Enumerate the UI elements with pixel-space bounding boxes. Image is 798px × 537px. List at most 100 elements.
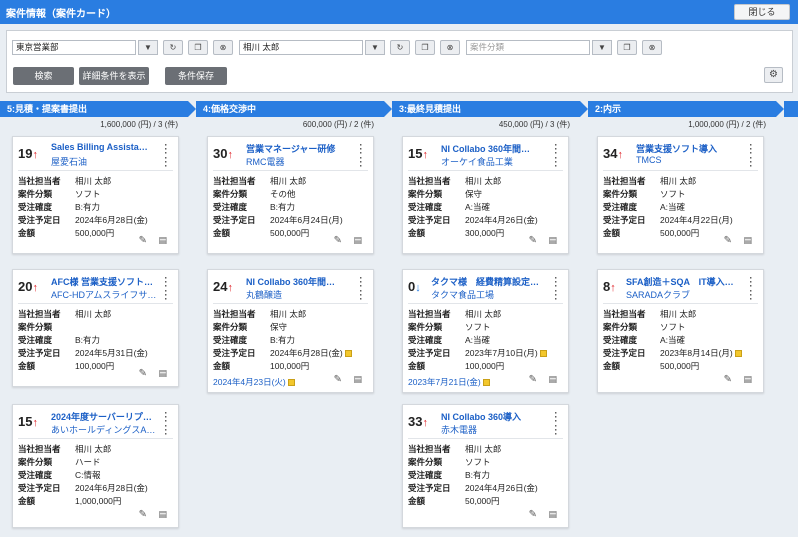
report-icon[interactable]: ▤ [548,509,557,520]
deal-card[interactable]: 34↑ 営業支援ソフト導入 TMCS · · · · · · 当社担当者 相川 太郎 案件分… [597,136,764,254]
category-select[interactable]: 案件分類 [466,40,590,55]
activity-date[interactable]: 2024年4月23日(火) [213,376,295,388]
deal-card[interactable]: 30↑ 営業マネージャー研修 RMC電器 · · · · · · 当社担当者 相川 太郎案… [207,136,374,254]
category-dropdown-icon[interactable]: ▼ [592,40,612,55]
detail-conditions-button[interactable]: 詳細条件を表示 [79,67,149,85]
edit-pencil-icon[interactable]: ✎ [529,509,537,520]
deal-card[interactable]: 8↑ SFA創造＋SQA IT導入… SARADAクラブ · · · · · · 当社担… [597,269,764,393]
close-button[interactable]: 閉じる [734,4,790,20]
company-name-link[interactable]: RMC電器 [246,155,356,168]
deal-name-link[interactable]: NI Collabo 360年間… [441,142,551,155]
company-name-link[interactable]: 屋愛石油 [51,155,161,168]
gear-icon[interactable]: ⚙ [764,67,783,83]
field-owner: 当社担当者 相川 太郎 [213,175,363,187]
company-menu-icon[interactable]: · · · [164,154,168,171]
company-name-link[interactable]: 丸鶴醸造 [246,288,356,301]
field-label-due: 受注予定日 [603,215,646,225]
edit-pencil-icon[interactable]: ✎ [139,509,147,520]
field-value-owner: 相川 太郎 [660,176,697,186]
deal-name-link[interactable]: 2024年度サーバーリプ… [51,410,161,423]
company-name-link[interactable]: オーケイ食品工業 [441,155,551,168]
edit-pencil-icon[interactable]: ✎ [334,235,342,246]
card-divider [18,438,173,439]
report-icon[interactable]: ▤ [548,235,557,246]
deal-name-link[interactable]: Sales Billing Assista… [51,142,161,152]
save-conditions-button[interactable]: 条件保存 [165,67,227,85]
deal-name-link[interactable]: SFA創造＋SQA IT導入… [626,275,736,288]
company-menu-icon[interactable]: · · · [554,154,558,171]
deal-card[interactable]: 20↑ AFC様 営業支援ソフト… AFC-HDアムスライフサ… · · · · · ·… [12,269,179,387]
card-footer: ✎ ▤ [208,233,373,253]
company-name-link[interactable]: SARADAクラブ [626,288,736,301]
company-menu-icon[interactable]: · · · [164,422,168,439]
memo-note-icon[interactable] [482,379,490,386]
edit-pencil-icon[interactable]: ✎ [139,368,147,379]
person-select[interactable]: 相川 太郎 [239,40,363,55]
memo-note-icon[interactable] [344,350,352,357]
department-clear-icon[interactable]: ⊗ [213,40,233,55]
company-name-link[interactable]: 赤木電器 [441,423,551,436]
company-menu-icon[interactable]: · · · [164,287,168,304]
deal-card[interactable]: 24↑ NI Collabo 360年間… 丸鶴醸造 · · · · · · 当社担当者… [207,269,374,393]
deal-name-link[interactable]: 営業マネージャー研修 [246,142,356,155]
report-icon[interactable]: ▤ [158,509,167,520]
company-name-link[interactable]: あいホールディングスA… [51,423,161,436]
department-reset-icon[interactable]: ↻ [163,40,183,55]
field-label-amount: 金額 [408,496,426,506]
edit-pencil-icon[interactable]: ✎ [529,235,537,246]
person-copy-icon[interactable]: ❐ [415,40,435,55]
memo-note-icon[interactable] [734,350,742,357]
report-icon[interactable]: ▤ [548,374,557,385]
memo-note-icon[interactable] [539,350,547,357]
edit-pencil-icon[interactable]: ✎ [334,374,342,385]
deal-card[interactable]: 15↑ 2024年度サーバーリプ… あいホールディングスA… · · · · · · 当… [12,404,179,528]
deal-card[interactable]: 0↓ タクマ様 経費精算設定… タクマ食品工場 · · · · · · 当社担当者 相川 … [402,269,569,393]
deal-name-link[interactable]: 営業支援ソフト導入 [636,142,746,155]
edit-pencil-icon[interactable]: ✎ [529,374,537,385]
deal-name-link[interactable]: タクマ様 経費精算設定… [431,275,541,288]
report-icon[interactable]: ▤ [353,235,362,246]
field-value-owner: 相川 太郎 [465,176,502,186]
company-menu-icon[interactable]: · · · [359,287,363,304]
deal-name-link[interactable]: NI Collabo 360年間… [246,275,356,288]
report-icon[interactable]: ▤ [158,368,167,379]
report-icon[interactable]: ▤ [353,374,362,385]
company-name-link[interactable]: AFC-HDアムスライフサ… [51,288,161,301]
edit-pencil-icon[interactable]: ✎ [724,235,732,246]
field-label-owner: 当社担当者 [18,176,61,186]
field-certainty: 受注確度 C:情報 [18,469,168,481]
department-dropdown-icon[interactable]: ▼ [138,40,158,55]
category-copy-icon[interactable]: ❐ [617,40,637,55]
company-name-link[interactable]: タクマ食品工場 [431,288,541,301]
deal-card[interactable]: 19↑ Sales Billing Assista… 屋愛石油 · · · · · · … [12,136,179,254]
deal-name-link[interactable]: AFC様 営業支援ソフト… [51,275,161,288]
report-icon[interactable]: ▤ [743,235,752,246]
report-icon[interactable]: ▤ [743,374,752,385]
edit-pencil-icon[interactable]: ✎ [724,374,732,385]
deal-name-link[interactable]: NI Collabo 360導入 [441,410,551,423]
edit-pencil-icon[interactable]: ✎ [139,235,147,246]
department-copy-icon[interactable]: ❐ [188,40,208,55]
field-label-amount: 金額 [408,361,426,371]
field-label-category: 案件分類 [213,322,248,332]
person-clear-icon[interactable]: ⊗ [440,40,460,55]
company-menu-icon[interactable]: · · · [554,287,558,304]
person-reset-icon[interactable]: ↻ [390,40,410,55]
category-clear-icon[interactable]: ⊗ [642,40,662,55]
deal-card[interactable]: 33↑ NI Collabo 360導入 赤木電器 · · · · · · 当社担当者相… [402,404,569,528]
field-value-due: 2024年6月24日(月) [270,215,343,225]
probability-number: 15 [18,414,33,429]
memo-note-icon[interactable] [287,379,295,386]
deal-card[interactable]: 15↑ NI Collabo 360年間… オーケイ食品工業 · · · · · · 当… [402,136,569,254]
person-dropdown-icon[interactable]: ▼ [365,40,385,55]
search-button[interactable]: 検索 [13,67,74,85]
company-menu-icon[interactable]: · · · [749,154,753,171]
company-menu-icon[interactable]: · · · [749,287,753,304]
activity-date[interactable]: 2023年7月21日(金) [408,376,490,388]
company-menu-icon[interactable]: · · · [359,154,363,171]
department-select[interactable]: 東京営業部 [12,40,136,55]
company-name-link[interactable]: TMCS [636,155,746,165]
report-icon[interactable]: ▤ [158,235,167,246]
company-menu-icon[interactable]: · · · [554,422,558,439]
card-footer: ✎ ▤ [598,372,763,392]
